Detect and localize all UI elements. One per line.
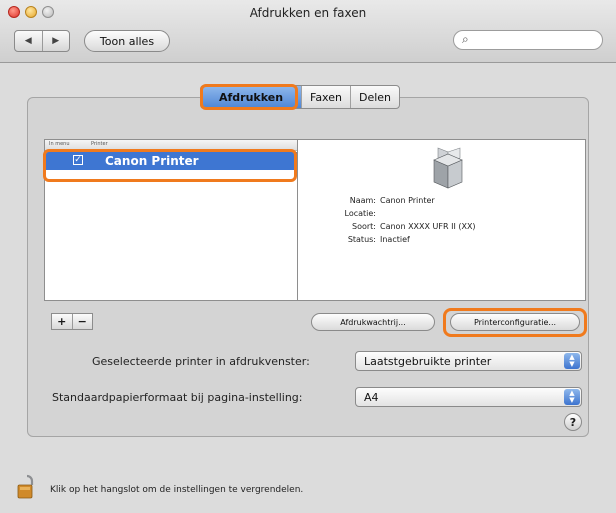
forward-arrow-icon[interactable]: ▶	[41, 31, 70, 51]
info-kind-key: Soort:	[352, 222, 376, 231]
search-input[interactable]: ⌕	[453, 30, 603, 50]
list-add-remove-control: + −	[51, 313, 93, 330]
preferences-window: Afdrukken en faxen ◀ ▶ Toon alles ⌕ Afdr…	[0, 0, 616, 513]
search-icon: ⌕	[462, 32, 469, 46]
paper-size-popup[interactable]: A4 ▲ ▼	[355, 387, 582, 407]
highlight-tab-afdrukken	[200, 84, 298, 110]
tab-faxen[interactable]: Faxen	[301, 86, 350, 108]
selected-printer-value: Laatstgebruikte printer	[364, 355, 492, 368]
toolbar: Afdrukken en faxen ◀ ▶ Toon alles ⌕	[0, 0, 616, 63]
remove-printer-button[interactable]: −	[71, 314, 93, 329]
info-status-value: Inactief	[380, 235, 410, 244]
printer-icon	[433, 147, 463, 189]
highlight-printer-setup	[443, 308, 587, 337]
back-arrow-icon[interactable]: ◀	[15, 31, 42, 51]
show-all-button[interactable]: Toon alles	[84, 30, 170, 52]
tab-delen[interactable]: Delen	[349, 86, 399, 108]
print-queue-button[interactable]: Afdrukwachtrij...	[311, 313, 435, 331]
window-title: Afdrukken en faxen	[249, 6, 367, 20]
selected-printer-popup[interactable]: Laatstgebruikte printer ▲ ▼	[355, 351, 582, 371]
paper-size-label: Standaardpapierformaat bij pagina-instel…	[52, 391, 303, 404]
info-kind-value: Canon XXXX UFR II (XX)	[380, 222, 476, 231]
info-name-key: Naam:	[349, 196, 376, 205]
info-name-value: Canon Printer	[380, 196, 435, 205]
popup-arrows-icon: ▲ ▼	[564, 353, 580, 369]
column-header-in-menu[interactable]: In menu	[49, 141, 70, 147]
selected-printer-label: Geselecteerde printer in afdrukvenster:	[92, 355, 310, 368]
help-button[interactable]: ?	[564, 413, 582, 431]
back-forward-control: ◀ ▶	[14, 30, 70, 52]
info-status-key: Status:	[347, 235, 376, 244]
popup-arrows-icon: ▲ ▼	[564, 389, 580, 405]
paper-size-value: A4	[364, 391, 379, 404]
info-location-key: Locatie:	[344, 209, 377, 218]
highlight-printer-row	[43, 149, 297, 182]
column-header-printer[interactable]: Printer	[91, 141, 108, 147]
lock-hint-text: Klik op het hangslot om de instellingen …	[50, 485, 304, 495]
add-printer-button[interactable]: +	[52, 314, 72, 329]
lock-icon[interactable]	[16, 474, 38, 500]
